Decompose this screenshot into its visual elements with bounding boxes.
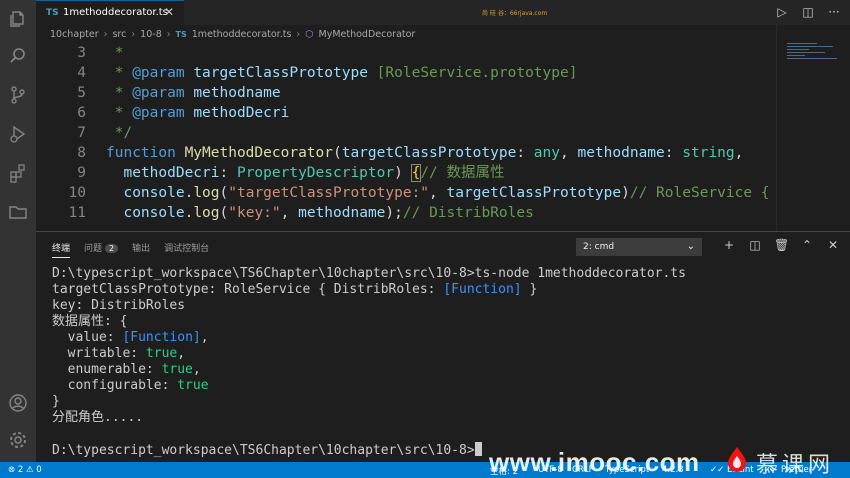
settings-gear-icon[interactable] — [8, 430, 28, 450]
problems-count-badge: 2 — [105, 244, 119, 253]
method-cube-icon: ⬡ — [305, 28, 314, 40]
account-icon[interactable] — [8, 393, 28, 413]
tab-terminal[interactable]: 终端 — [52, 241, 71, 258]
breadcrumb: 10chapter › src › 10-8 › TS 1methoddecor… — [36, 25, 776, 43]
terminal-line: 数据属性: { — [52, 314, 128, 329]
chevron-right-icon: › — [131, 28, 136, 40]
extensions-icon[interactable] — [8, 163, 28, 183]
new-terminal-plus-icon[interactable]: + — [722, 238, 736, 252]
chevron-down-icon: ⌄ — [686, 241, 695, 252]
warnings-count: 0 — [36, 465, 42, 475]
breadcrumb-item[interactable]: src — [112, 29, 126, 40]
code-line: 3 * — [36, 43, 776, 63]
line-number: 3 — [77, 45, 86, 61]
run-debug-icon[interactable] — [8, 124, 28, 144]
terminal-prompt-line: D:\typescript_workspace\TS6Chapter\10cha… — [52, 442, 832, 458]
chevron-right-icon: › — [166, 28, 171, 40]
terminal-output[interactable]: D:\typescript_workspace\TS6Chapter\10cha… — [52, 266, 832, 458]
breadcrumb-item[interactable]: 10chapter — [50, 29, 99, 40]
terminal-line: enumerable: true, — [52, 362, 201, 377]
split-terminal-icon[interactable]: ◫ — [748, 238, 762, 252]
activity-bar — [0, 0, 36, 462]
line-number: 7 — [77, 125, 86, 141]
breadcrumb-item[interactable]: 1methoddecorator.ts — [192, 29, 292, 40]
breadcrumb-item[interactable]: 10-8 — [140, 29, 162, 40]
imooc-logo-icon — [728, 447, 746, 472]
trash-icon[interactable]: 🗑 — [774, 238, 789, 252]
folder-icon[interactable] — [8, 202, 28, 222]
chevron-right-icon: › — [296, 28, 301, 40]
errors-count: 2 — [17, 465, 24, 475]
top-watermark: 尚 硅 谷：66rjava.com — [482, 10, 548, 17]
breadcrumb-item[interactable]: MyMethodDecorator — [319, 29, 416, 40]
typescript-file-icon: TS — [175, 29, 187, 39]
line-number: 4 — [77, 65, 86, 81]
code-line: 11 console.log("key:", methodname);// Di… — [36, 203, 776, 223]
terminal-select-dropdown[interactable]: 2: cmd ⌄ — [576, 238, 702, 256]
code-line: 7 */ — [36, 123, 776, 143]
terminal-line: } — [52, 394, 60, 409]
editor-tab-bar: TS 1methoddecorator.ts ✕ 尚 硅 谷：66rjava.c… — [36, 0, 850, 25]
terminal-cursor — [474, 442, 482, 456]
terminal-line: 分配角色..... — [52, 410, 144, 425]
tab-problems-label: 问题 — [84, 244, 103, 254]
code-line: 10 console.log("targetClassPrototype:", … — [36, 183, 776, 203]
tab-problems[interactable]: 问题 2 — [84, 241, 119, 258]
panel-actions: + ◫ 🗑 ⌃ ✕ — [722, 238, 840, 252]
tab-debug-console[interactable]: 调试控制台 — [164, 241, 209, 258]
terminal-panel: 终端 问题 2 输出 调试控制台 2: cmd ⌄ + ◫ 🗑 ⌃ ✕ D:\ty… — [36, 231, 850, 462]
line-number: 6 — [77, 105, 86, 121]
line-number: 5 — [77, 85, 86, 101]
more-actions-icon[interactable]: ··· — [826, 4, 842, 20]
tab-1methoddecorator[interactable]: TS 1methoddecorator.ts ✕ — [36, 0, 184, 25]
terminal-prompt: D:\typescript_workspace\TS6Chapter\10cha… — [52, 443, 475, 458]
status-bar: ⊗ 2 ⚠ 0 空格: 2 UTF-8 CRLF TypeScript 4.2.… — [0, 462, 850, 478]
typescript-file-icon: TS — [46, 8, 59, 18]
terminal-line: configurable: true — [52, 378, 209, 393]
code-line: 4 * @param targetClassPrototype [RoleSer… — [36, 63, 776, 83]
source-control-icon[interactable] — [8, 85, 28, 105]
terminal-line: writable: true, — [52, 346, 186, 361]
close-icon[interactable]: ✕ — [164, 5, 174, 19]
editor-actions: ▷ ◫ ··· — [774, 4, 842, 20]
close-panel-icon[interactable]: ✕ — [826, 238, 840, 252]
watermark-brand: 慕课网 — [756, 453, 835, 478]
code-line: 6 * @param methodDecri — [36, 103, 776, 123]
tab-filename: 1methoddecorator.ts — [63, 7, 168, 18]
search-icon[interactable] — [8, 46, 28, 66]
terminal-line: key: DistribRoles — [52, 298, 186, 313]
line-number: 8 — [77, 145, 86, 161]
watermark-site: www.imooc.com — [489, 447, 700, 477]
tab-output[interactable]: 输出 — [132, 241, 150, 258]
maximize-panel-icon[interactable]: ⌃ — [800, 238, 814, 252]
code-line: 9 methodDecri: PropertyDescriptor) {// 数… — [36, 163, 776, 183]
line-number: 9 — [77, 165, 86, 181]
code-line: 8 function MyMethodDecorator(targetClassP… — [36, 143, 776, 163]
chevron-right-icon: › — [103, 28, 108, 40]
split-editor-icon[interactable]: ◫ — [800, 4, 816, 20]
terminal-select-value: 2: cmd — [583, 242, 615, 252]
code-line: 5 * @param methodname — [36, 83, 776, 103]
terminal-line: D:\typescript_workspace\TS6Chapter\10cha… — [52, 266, 686, 281]
line-number: 11 — [68, 205, 86, 221]
line-number: 10 — [68, 185, 86, 201]
run-icon[interactable]: ▷ — [774, 4, 790, 20]
explorer-icon[interactable] — [8, 9, 28, 29]
code-editor[interactable]: 3 * 4 * @param targetClassPrototype [Rol… — [36, 43, 776, 231]
errors-indicator[interactable]: ⊗ 2 ⚠ 0 — [8, 465, 42, 475]
terminal-line: targetClassPrototype: RoleService { Dist… — [52, 282, 538, 297]
minimap[interactable] — [776, 25, 850, 231]
panel-tabs: 终端 问题 2 输出 调试控制台 — [52, 241, 209, 258]
terminal-line: value: [Function], — [52, 330, 209, 345]
